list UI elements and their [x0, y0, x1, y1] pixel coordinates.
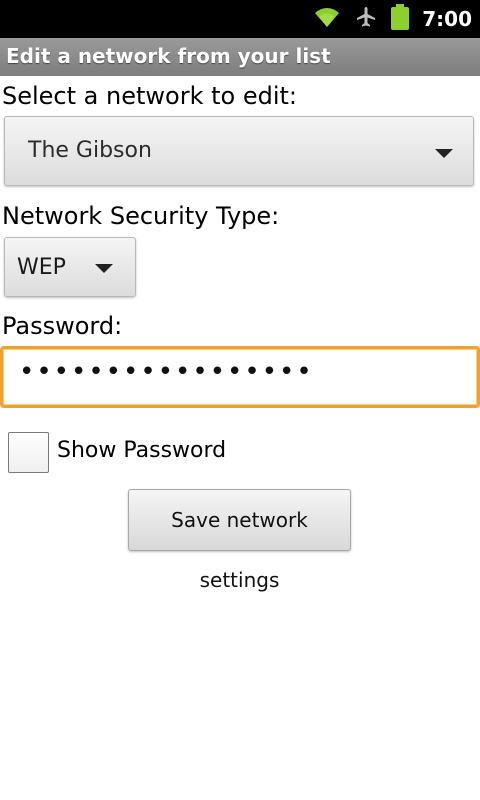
security-type-select[interactable]: WEP: [4, 237, 136, 297]
battery-icon: [390, 3, 410, 35]
status-time: 7:00: [422, 7, 472, 31]
network-select-label: Select a network to edit:: [2, 82, 297, 110]
wifi-icon: [312, 5, 342, 33]
network-select-value: The Gibson: [28, 138, 152, 163]
chevron-down-icon: [95, 264, 113, 273]
show-password-label[interactable]: Show Password: [57, 438, 226, 463]
chevron-down-icon: [435, 149, 453, 158]
title-bar: Edit a network from your list: [0, 38, 480, 76]
security-type-label: Network Security Type:: [2, 202, 280, 230]
airplane-icon: [354, 5, 378, 33]
network-select[interactable]: The Gibson: [4, 116, 474, 186]
page-title: Edit a network from your list: [6, 44, 331, 68]
save-network-settings-button[interactable]: Save network settings: [128, 489, 351, 592]
password-label: Password:: [2, 312, 123, 340]
password-value: •••••••••••••••••: [19, 357, 314, 387]
show-password-checkbox[interactable]: [8, 432, 49, 473]
security-type-value: WEP: [17, 255, 66, 280]
password-field[interactable]: •••••••••••••••••: [0, 346, 480, 408]
status-bar: 7:00: [0, 0, 480, 38]
status-icons: 7:00: [312, 0, 472, 38]
